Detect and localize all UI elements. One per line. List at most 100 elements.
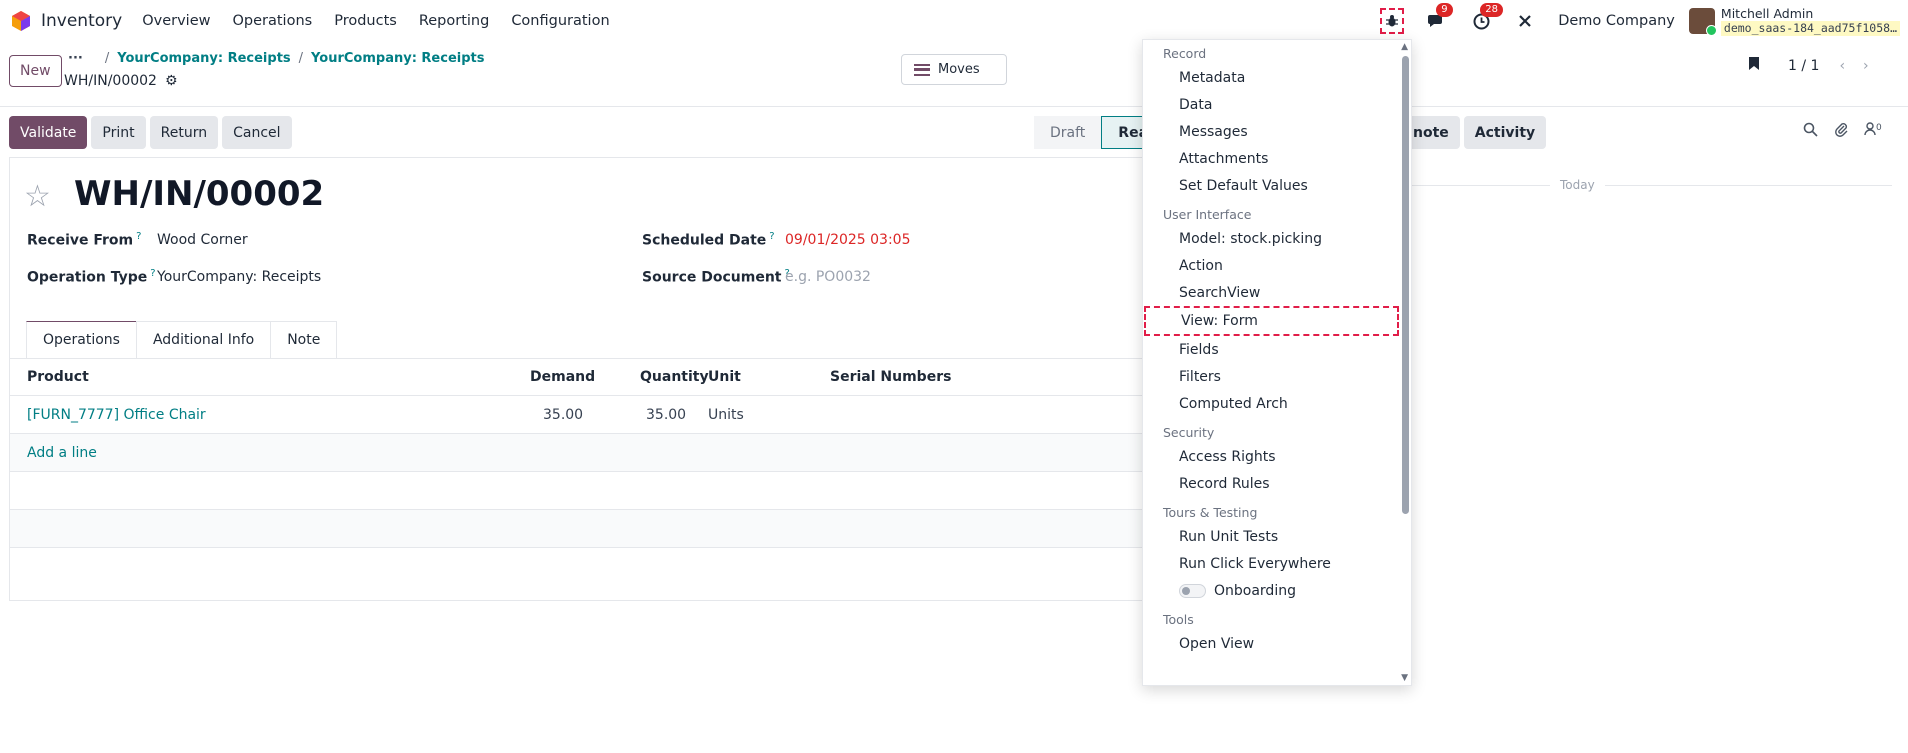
chat-icon[interactable]: 9 bbox=[1426, 3, 1453, 32]
validate-button[interactable]: Validate bbox=[9, 116, 88, 149]
gear-icon[interactable]: ⚙ bbox=[165, 73, 178, 89]
table-row[interactable]: [FURN_7777] Office Chair 35.00 35.00 Uni… bbox=[10, 396, 1152, 434]
tab-operations[interactable]: Operations bbox=[26, 321, 137, 358]
moves-smart-button[interactable]: Moves bbox=[901, 54, 1007, 85]
menu-reporting[interactable]: Reporting bbox=[419, 13, 490, 29]
star-icon[interactable]: ☆ bbox=[24, 179, 51, 214]
menu-item-run-unit-tests[interactable]: Run Unit Tests bbox=[1143, 523, 1401, 550]
bookmark-icon[interactable] bbox=[1748, 56, 1760, 75]
row-unit: Units bbox=[708, 407, 744, 423]
menu-item-attachments[interactable]: Attachments bbox=[1143, 145, 1401, 172]
help-icon[interactable]: ? bbox=[136, 231, 141, 242]
user-avatar[interactable] bbox=[1688, 8, 1717, 36]
menu-item-view-form[interactable]: View: Form bbox=[1144, 306, 1399, 336]
notebook-tabs: Operations Additional Info Note bbox=[26, 321, 338, 358]
scheduled-date-label: Scheduled Date? bbox=[642, 231, 775, 249]
cancel-button[interactable]: Cancel bbox=[222, 116, 292, 149]
receive-from-field[interactable]: Wood Corner bbox=[157, 232, 248, 248]
help-icon[interactable]: ? bbox=[769, 231, 774, 242]
app-name[interactable]: Inventory bbox=[41, 11, 122, 31]
menu-item-onboarding[interactable]: Onboarding bbox=[1143, 577, 1401, 604]
row-product[interactable]: [FURN_7777] Office Chair bbox=[27, 407, 206, 423]
user-name: Mitchell Admin bbox=[1720, 5, 1814, 21]
scroll-up-icon[interactable]: ▲ bbox=[1401, 42, 1408, 52]
menu-item-open-view[interactable]: Open View bbox=[1143, 630, 1401, 657]
add-line-button[interactable]: Add a line bbox=[27, 445, 97, 461]
receive-from-label: Receive From? bbox=[27, 231, 141, 249]
menu-operations[interactable]: Operations bbox=[232, 13, 312, 29]
return-button[interactable]: Return bbox=[149, 116, 219, 149]
breadcrumb-receipts-2[interactable]: YourCompany: Receipts bbox=[311, 51, 484, 66]
menu-item-messages[interactable]: Messages bbox=[1143, 118, 1401, 145]
chevron-left-icon[interactable]: ‹ bbox=[1839, 58, 1845, 74]
table-row bbox=[10, 548, 1152, 596]
source-document-input[interactable]: e.g. PO0032 bbox=[785, 269, 871, 285]
column-product[interactable]: Product bbox=[27, 369, 89, 385]
menu-item-fields[interactable]: Fields bbox=[1143, 336, 1401, 363]
help-icon[interactable]: ? bbox=[150, 268, 155, 279]
record-name-text: WH/IN/00002 bbox=[64, 73, 157, 89]
menu-products[interactable]: Products bbox=[334, 13, 397, 29]
print-button[interactable]: Print bbox=[91, 116, 146, 149]
inventory-app-icon[interactable] bbox=[10, 10, 32, 32]
section-user-interface: User Interface bbox=[1163, 207, 1252, 222]
breadcrumb-separator: / bbox=[104, 51, 110, 66]
onboarding-toggle[interactable] bbox=[1179, 583, 1206, 598]
scrollbar-thumb[interactable] bbox=[1402, 56, 1409, 514]
menu-overview[interactable]: Overview bbox=[142, 13, 210, 29]
messages-badge: 9 bbox=[1436, 3, 1453, 17]
bug-icon[interactable] bbox=[1380, 8, 1405, 34]
paperclip-icon[interactable] bbox=[1834, 122, 1848, 141]
menu-item-action[interactable]: Action bbox=[1143, 252, 1401, 279]
top-navbar: Inventory Overview Operations Products R… bbox=[0, 0, 1908, 42]
chatter-tools: 0 bbox=[1803, 122, 1898, 141]
menu-configuration[interactable]: Configuration bbox=[511, 13, 609, 29]
chatter-date-divider bbox=[1402, 185, 1892, 186]
activity-button[interactable]: Activity bbox=[1463, 116, 1547, 149]
pager-value[interactable]: 1 / 1 bbox=[1788, 58, 1819, 74]
control-panel-divider bbox=[0, 106, 1908, 107]
new-button[interactable]: New bbox=[9, 55, 62, 87]
company-switcher[interactable]: Demo Company bbox=[1558, 13, 1675, 29]
table-header: Product Demand Quantity Unit Serial Numb… bbox=[10, 358, 1152, 396]
stage-draft[interactable]: Draft bbox=[1034, 116, 1102, 149]
search-icon[interactable] bbox=[1803, 122, 1818, 141]
menu-item-computed-arch[interactable]: Computed Arch bbox=[1143, 390, 1401, 417]
column-serial-numbers[interactable]: Serial Numbers bbox=[830, 369, 951, 385]
tab-additional-info[interactable]: Additional Info bbox=[135, 321, 272, 358]
clock-icon[interactable]: 28 bbox=[1470, 3, 1503, 32]
source-document-label-text: Source Document bbox=[642, 269, 782, 286]
pager: 1 / 1 ‹ › bbox=[1748, 56, 1887, 75]
operation-type-field[interactable]: YourCompany: Receipts bbox=[157, 269, 321, 285]
systray: 9 28 Demo Company Mitchell Admin demo_sa… bbox=[1380, 0, 1908, 42]
table-row bbox=[10, 510, 1152, 548]
menu-item-model[interactable]: Model: stock.picking bbox=[1143, 225, 1401, 252]
row-quantity[interactable]: 35.00 bbox=[646, 407, 686, 423]
followers-count: 0 bbox=[1876, 123, 1882, 133]
menu-item-searchview[interactable]: SearchView bbox=[1143, 279, 1401, 306]
column-demand[interactable]: Demand bbox=[530, 369, 595, 385]
breadcrumb-receipts-1[interactable]: YourCompany: Receipts bbox=[117, 51, 290, 66]
breadcrumb-separator: / bbox=[298, 51, 304, 66]
menu-item-filters[interactable]: Filters bbox=[1143, 363, 1401, 390]
menu-item-metadata[interactable]: Metadata bbox=[1143, 64, 1401, 91]
menu-item-access-rights[interactable]: Access Rights bbox=[1143, 443, 1401, 470]
tab-note[interactable]: Note bbox=[270, 321, 338, 358]
menu-item-set-default-values[interactable]: Set Default Values bbox=[1143, 172, 1401, 199]
list-icon bbox=[914, 63, 930, 76]
dropdown-scrollbar[interactable] bbox=[1402, 54, 1409, 674]
menu-item-record-rules[interactable]: Record Rules bbox=[1143, 470, 1401, 497]
menu-item-run-click-everywhere[interactable]: Run Click Everywhere bbox=[1143, 550, 1401, 577]
followers-icon[interactable]: 0 bbox=[1864, 122, 1882, 141]
table-row bbox=[10, 472, 1152, 510]
column-unit[interactable]: Unit bbox=[708, 369, 741, 385]
scroll-down-icon[interactable]: ▼ bbox=[1401, 673, 1408, 683]
tools-icon[interactable] bbox=[1514, 10, 1536, 32]
user-menu[interactable]: Mitchell Admin demo_saas-184_aad75f1058… bbox=[1720, 5, 1900, 36]
chevron-right-icon[interactable]: › bbox=[1863, 58, 1869, 74]
menu-item-data[interactable]: Data bbox=[1143, 91, 1401, 118]
column-quantity[interactable]: Quantity bbox=[640, 369, 709, 385]
debug-menu-list: Record Metadata Data Messages Attachment… bbox=[1143, 40, 1401, 657]
more-breadcrumbs-icon[interactable]: ··· bbox=[68, 51, 83, 66]
scheduled-date-field[interactable]: 09/01/2025 03:05 bbox=[785, 232, 911, 248]
